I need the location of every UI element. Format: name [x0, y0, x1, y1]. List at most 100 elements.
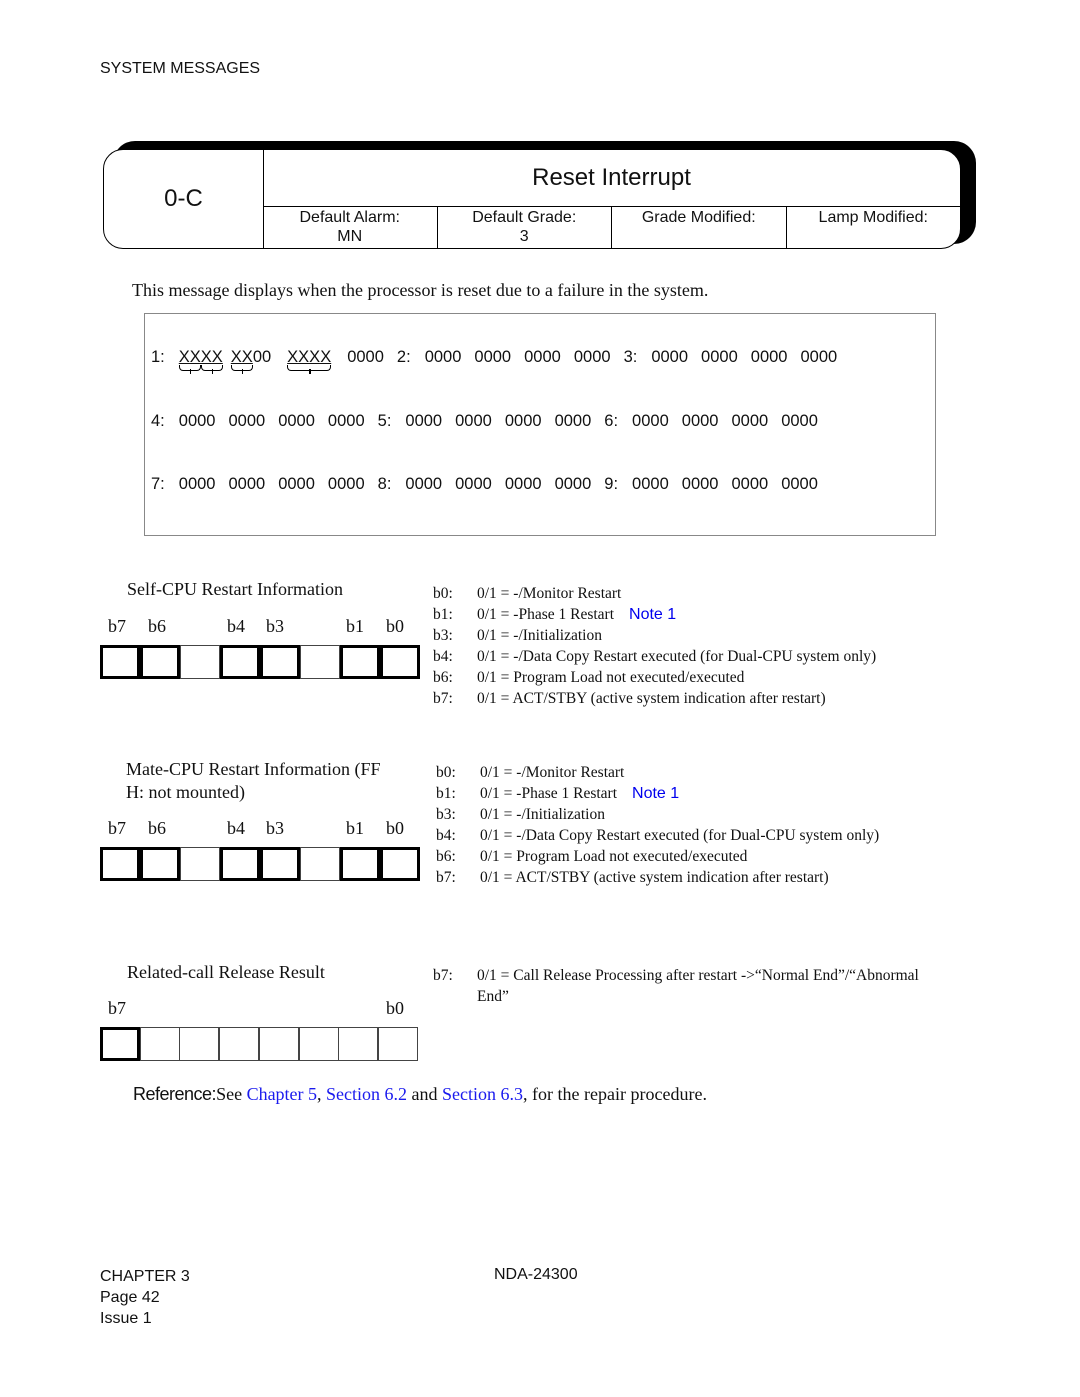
bit-cell-b0	[380, 847, 420, 881]
message-title: Reset Interrupt	[263, 150, 960, 207]
bit-cell-b4	[219, 1027, 259, 1061]
bit-meaning: 0/1 = -/Monitor Restart	[477, 585, 622, 602]
data-word: 0000	[504, 412, 542, 430]
data-word: 0000	[651, 348, 689, 366]
bit-meaning: 0/1 = -/Initialization	[477, 627, 602, 644]
data-word: 0000	[632, 475, 669, 493]
bit-description: b1: 0/1 = -Phase 1 Restart Note 1	[436, 783, 879, 804]
footer-issue: Issue 1	[100, 1310, 152, 1327]
note-link[interactable]: Note 1	[632, 783, 679, 804]
data-word: 0000	[405, 475, 443, 493]
bit-description: b7: 0/1 = Call Release Processing after r…	[433, 965, 919, 986]
bit-cell-b7	[100, 847, 140, 881]
intro-text: This message displays when the processor…	[132, 280, 709, 300]
field-brace-icon	[287, 365, 332, 374]
bit-id: b4:	[436, 827, 456, 844]
bit-label: b7	[108, 998, 126, 1018]
bit-cell-b3	[259, 1027, 299, 1061]
data-word: 0000	[731, 412, 769, 430]
bit-cell-b4	[220, 847, 260, 881]
bit-description: b6: 0/1 = Program Load not executed/execu…	[436, 846, 879, 867]
bit-cell-b6	[140, 847, 180, 881]
data-line: 7: 0000 0000 0000 0000 8: 0000 0000 0000 0000 9: 00…	[151, 475, 831, 494]
bit-description: b4: 0/1 = -/Data Copy Restart executed (f…	[433, 646, 876, 667]
bit-meaning: 0/1 = -/Data Copy Restart executed (for …	[477, 648, 877, 665]
attr-label: Grade Modified:	[641, 209, 756, 226]
bit-meaning: 0/1 = -Phase 1 Restart	[480, 785, 618, 802]
field-brace-icon	[230, 365, 253, 374]
link-section-6-3[interactable]: Section 6.3	[442, 1084, 523, 1104]
data-word: 0000	[681, 475, 719, 493]
bit-description: b6: 0/1 = Program Load not executed/execu…	[433, 667, 876, 688]
reference-separator: ,	[317, 1084, 327, 1104]
bit-cell-b3	[260, 645, 300, 679]
bit-descriptions-self-cpu: b0: 0/1 = -/Monitor Restart b1: 0/1 = -Phas…	[433, 583, 876, 709]
bit-cell-b7	[100, 645, 140, 679]
bit-meaning: 0/1 = -/Monitor Restart	[480, 764, 625, 781]
page-footer: CHAPTER 3 Page 42 Issue 1	[100, 1266, 190, 1329]
bit-label: b6	[148, 818, 166, 838]
data-group-label: 4:	[151, 412, 165, 430]
footer-page: Page 42	[100, 1289, 160, 1306]
bit-description: End”	[433, 986, 919, 1007]
data-word: 0000	[228, 412, 266, 430]
bit-description: b3: 0/1 = -/Initialization	[436, 804, 879, 825]
bit-meaning: 0/1 = ACT/STBY (active system indication…	[480, 869, 829, 886]
data-word: 0000	[228, 475, 266, 493]
bit-label: b0	[386, 818, 404, 838]
bit-cell-b1	[340, 645, 380, 679]
section-title-self-cpu: Self-CPU Restart Information	[127, 579, 343, 599]
reference-label: Reference:	[133, 1084, 217, 1104]
bit-meaning: 0/1 = Call Release Processing after rest…	[477, 967, 919, 984]
data-word: 0000	[455, 475, 492, 493]
bit-id: b3:	[433, 627, 453, 644]
data-word: 0000	[278, 412, 315, 430]
data-word: 0000	[524, 348, 561, 366]
data-word: 0000	[278, 475, 315, 493]
bit-cell-b2	[299, 1027, 339, 1061]
bit-id: b0:	[433, 585, 453, 602]
link-chapter-5[interactable]: Chapter 5	[247, 1084, 317, 1104]
bit-label: b7	[108, 616, 126, 636]
message-card: 0-C Reset Interrupt Default Alarm: MN De…	[103, 149, 961, 249]
data-word: XX00	[230, 348, 271, 374]
data-line: 1: XXXX XX00 XXXX 0000 2: 0000 0000 0000 0000 3: 00…	[151, 348, 850, 374]
bit-field-related-call	[100, 1027, 420, 1061]
bit-cell-b2	[300, 847, 340, 881]
bit-id: b7:	[433, 690, 453, 707]
bit-cell-b7	[100, 1027, 140, 1061]
bit-field-mate-cpu	[100, 847, 420, 881]
data-word: 0000	[424, 348, 462, 366]
data-word: 0000	[750, 348, 788, 366]
bit-id	[433, 986, 477, 1007]
reference-separator: and	[407, 1084, 443, 1104]
bit-meaning: 0/1 = -Phase 1 Restart	[477, 606, 615, 623]
bit-label: b7	[108, 818, 126, 838]
note-link[interactable]: Note 1	[629, 604, 676, 625]
bit-cell-b3	[260, 847, 300, 881]
bit-descriptions-related-call: b7: 0/1 = Call Release Processing after r…	[433, 965, 919, 1007]
data-group-label: 1:	[151, 348, 165, 366]
footer-doc-number: NDA-24300	[494, 1266, 578, 1283]
data-group-label: 7:	[151, 475, 165, 493]
link-section-6-2[interactable]: Section 6.2	[326, 1084, 407, 1104]
bit-id: b1:	[433, 606, 453, 623]
bit-cell-b6	[140, 645, 180, 679]
data-word: 0000	[573, 348, 611, 366]
bit-label: b1	[346, 818, 364, 838]
bit-label: b4	[227, 818, 245, 838]
bit-cell-b1	[340, 847, 380, 881]
bit-meaning: 0/1 = Program Load not executed/executed	[477, 669, 745, 686]
bit-cell-b5	[180, 645, 220, 679]
data-word: 0000	[347, 348, 384, 366]
reference-suffix: , for the repair procedure.	[523, 1084, 707, 1104]
bit-label: b4	[227, 616, 245, 636]
bit-meaning: 0/1 = -/Initialization	[480, 806, 605, 823]
data-word: 0000	[178, 412, 216, 430]
data-word: 0000	[731, 475, 769, 493]
data-word: 0000	[405, 412, 443, 430]
bit-descriptions-mate-cpu: b0: 0/1 = -/Monitor Restart b1: 0/1 = -Phas…	[436, 762, 879, 888]
section-title-mate-cpu: Mate-CPU Restart Information (FF H: not …	[126, 759, 381, 802]
running-header: SYSTEM MESSAGES	[100, 60, 261, 77]
bit-label: b6	[148, 616, 166, 636]
